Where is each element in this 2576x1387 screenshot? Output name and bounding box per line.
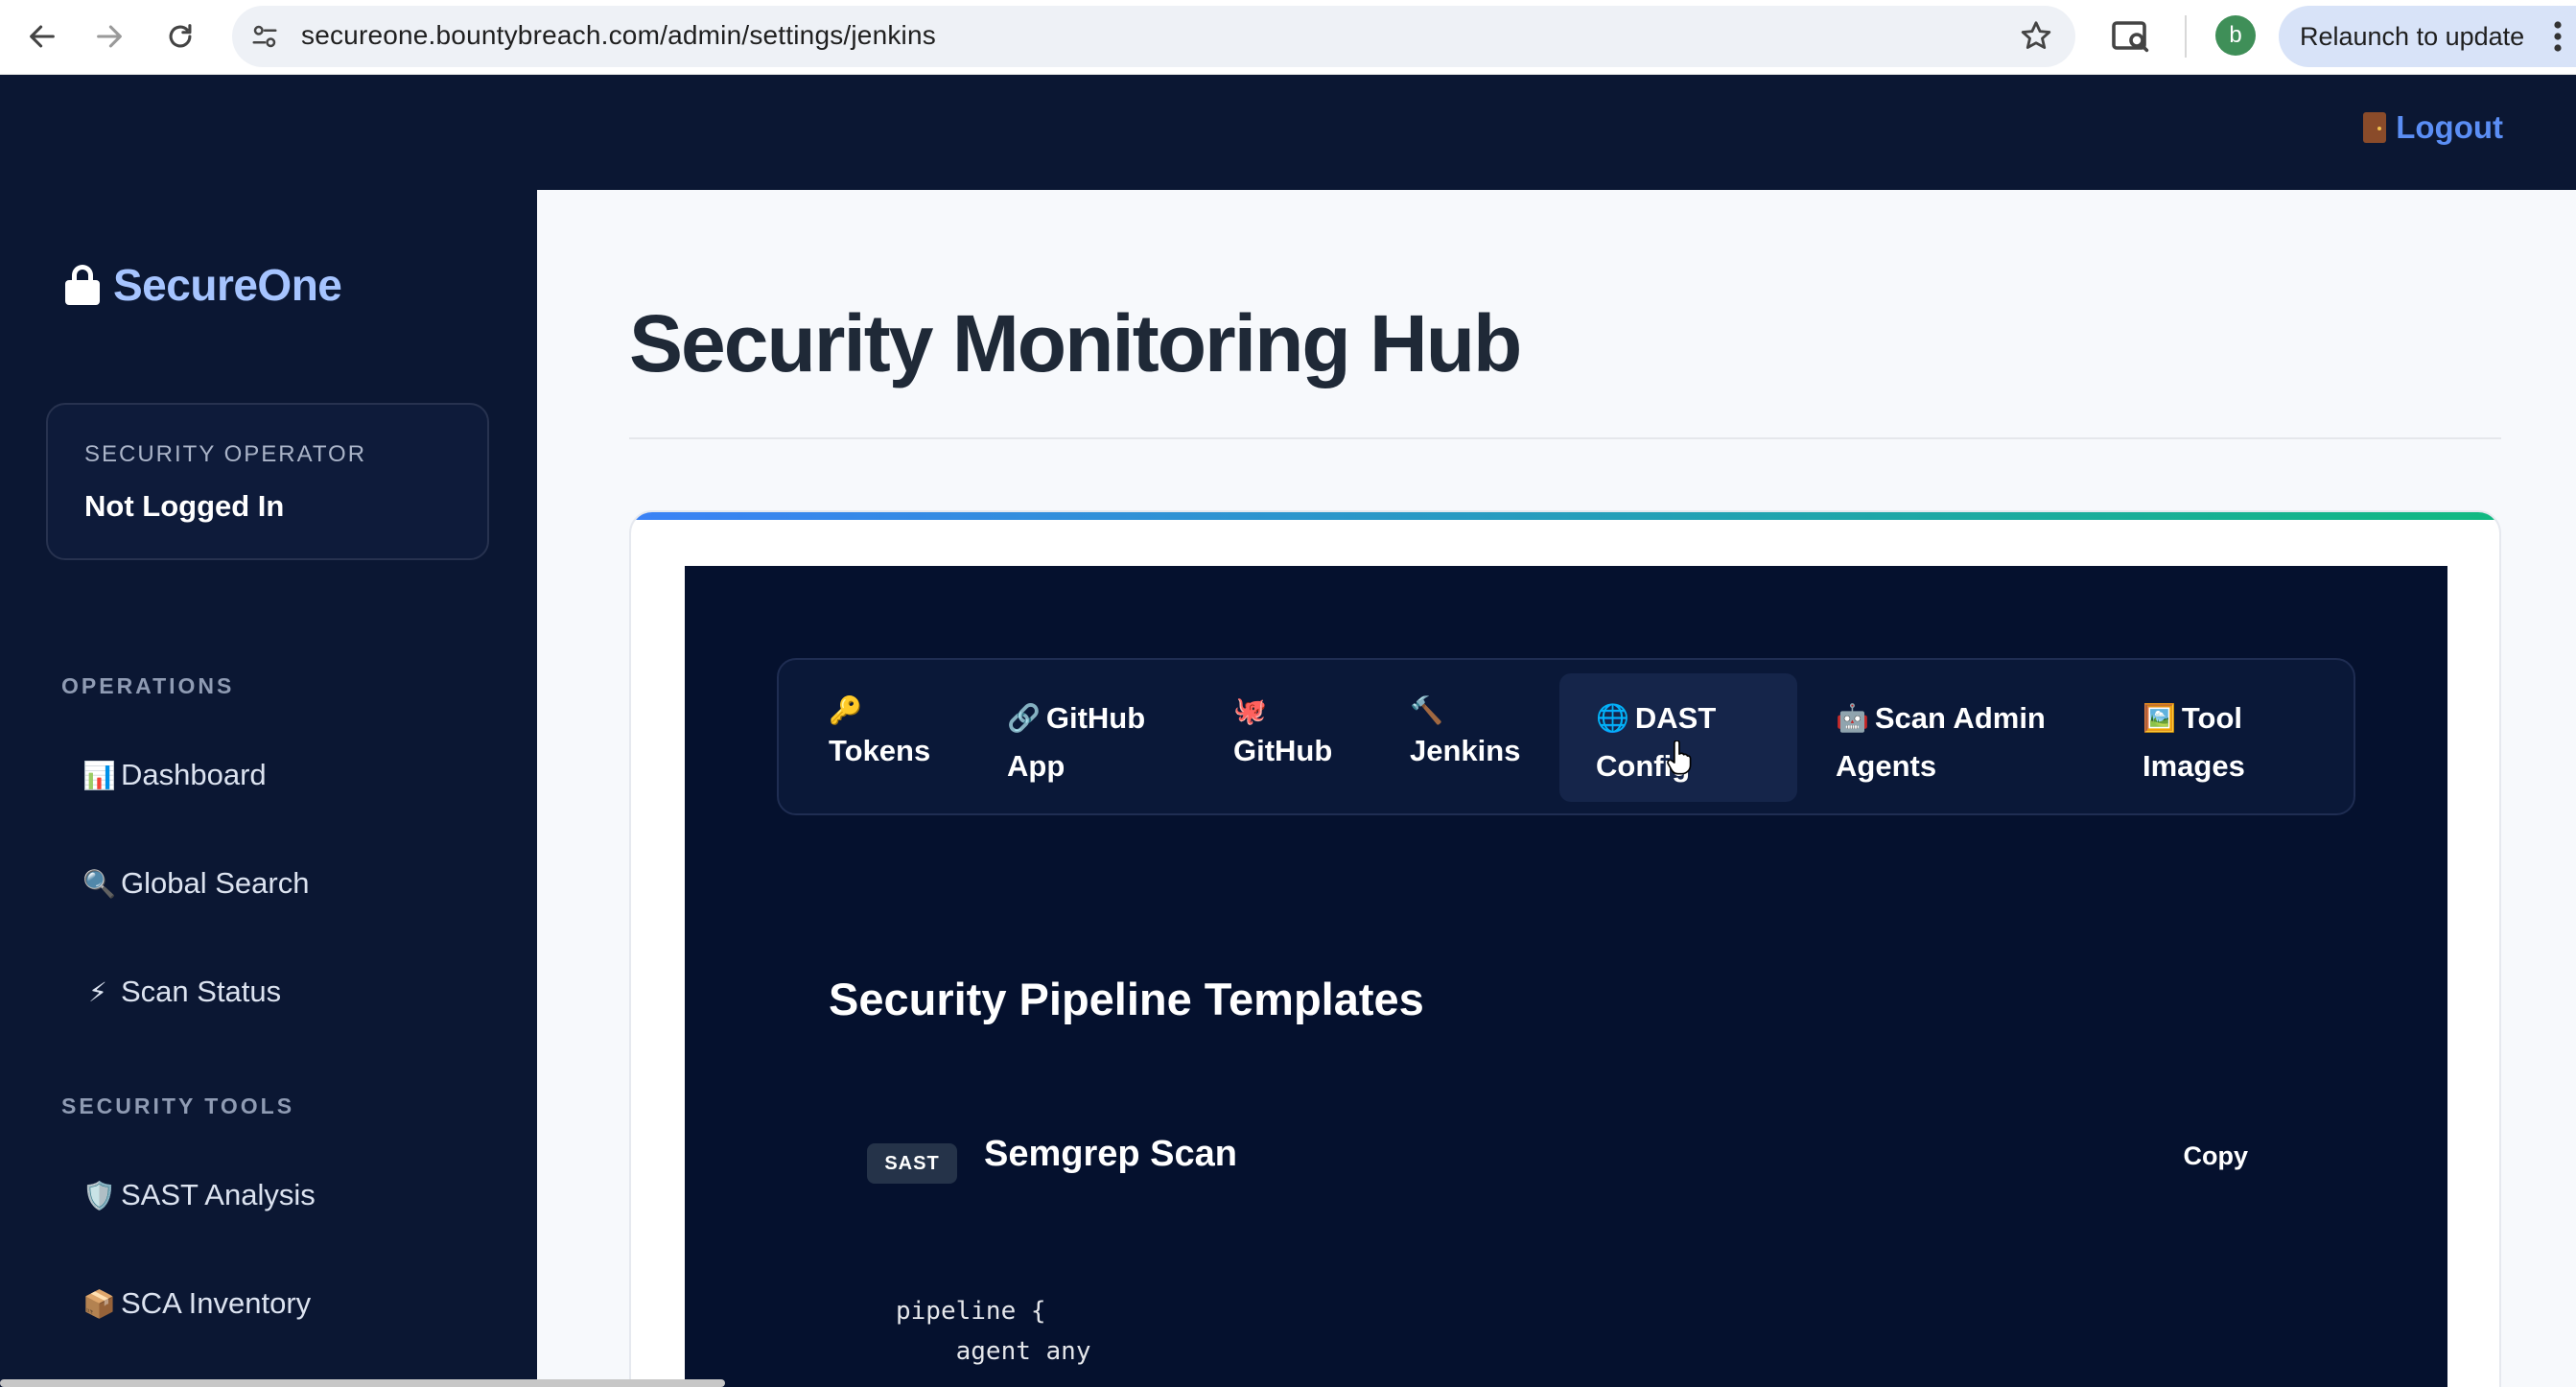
hammer-icon: 🔨 <box>1410 695 1443 725</box>
operator-label: SECURITY OPERATOR <box>84 441 367 467</box>
bookmark-star-icon[interactable] <box>2018 18 2054 55</box>
template-type-badge: SAST <box>867 1143 957 1184</box>
more-vert-icon[interactable] <box>2553 19 2563 54</box>
app-header: Logout <box>0 75 2576 190</box>
sidebar-item-label: Dashboard <box>121 758 267 791</box>
address-bar[interactable]: secureone.bountybreach.com/admin/setting… <box>232 6 2075 67</box>
tab-scan-admin-agents[interactable]: 🤖 Scan Admin Agents <box>1836 673 2056 802</box>
picture-icon: 🖼️ <box>2143 703 2176 733</box>
tab-github-app[interactable]: 🔗 GitHub App <box>1007 673 1170 802</box>
door-icon <box>2363 112 2387 143</box>
browser-toolbar: secureone.bountybreach.com/admin/setting… <box>0 0 2576 75</box>
sidebar-item-sast-analysis[interactable]: 🛡️ SAST Analysis <box>82 1178 316 1212</box>
tab-tool-images[interactable]: 🖼️ Tool Images <box>2143 673 2267 802</box>
tab-tokens[interactable]: 🔑 Tokens <box>829 673 953 802</box>
chart-icon: 📊 <box>82 760 116 790</box>
settings-panel: 🔑 Tokens 🔗 GitHub App 🐙 GitHub 🔨 Jenkins … <box>685 566 2447 1387</box>
package-icon: 📦 <box>82 1288 116 1319</box>
sidebar-item-label: Global Search <box>121 866 310 900</box>
lightning-icon: ⚡ <box>88 976 107 1007</box>
robot-icon: 🤖 <box>1836 703 1869 733</box>
sidebar-item-scan-status[interactable]: ⚡ Scan Status <box>82 975 281 1009</box>
operator-card: SECURITY OPERATOR Not Logged In <box>46 403 489 560</box>
tab-dast-config[interactable]: 🌐 DAST Config <box>1559 673 1797 802</box>
page-title: Security Monitoring Hub <box>629 298 1522 388</box>
brand-logo[interactable]: SecureOne <box>65 259 342 311</box>
tab-github[interactable]: 🐙 GitHub <box>1233 673 1387 802</box>
arrow-left-icon <box>30 25 55 48</box>
url-text: secureone.bountybreach.com/admin/setting… <box>301 20 936 50</box>
tab-search-icon[interactable] <box>2108 13 2154 59</box>
forward-button[interactable] <box>82 10 136 63</box>
title-divider <box>629 437 2501 439</box>
octopus-icon: 🐙 <box>1233 695 1267 725</box>
section-label-operations: OPERATIONS <box>61 673 235 698</box>
copy-button[interactable]: Copy <box>2184 1141 2249 1171</box>
main-content: Security Monitoring Hub 🔑 Tokens 🔗 GitHub… <box>537 190 2576 1387</box>
arrow-right-icon <box>97 25 122 48</box>
reload-button[interactable] <box>153 10 207 63</box>
back-button[interactable] <box>15 10 69 63</box>
sidebar-item-global-search[interactable]: 🔍 Global Search <box>82 866 309 901</box>
settings-card: 🔑 Tokens 🔗 GitHub App 🐙 GitHub 🔨 Jenkins … <box>629 510 2501 1387</box>
logout-label: Logout <box>2396 109 2503 145</box>
sidebar-item-dashboard[interactable]: 📊 Dashboard <box>82 758 267 792</box>
sidebar-item-label: Scan Status <box>121 975 282 1008</box>
shield-icon: 🛡️ <box>82 1180 116 1211</box>
sidebar-item-label: SAST Analysis <box>121 1178 316 1211</box>
reload-icon <box>169 24 192 48</box>
settings-tabs: 🔑 Tokens 🔗 GitHub App 🐙 GitHub 🔨 Jenkins … <box>777 658 2355 815</box>
card-accent-bar <box>631 512 2499 520</box>
key-icon: 🔑 <box>829 695 862 725</box>
sidebar-item-sca-inventory[interactable]: 📦 SCA Inventory <box>82 1286 311 1321</box>
lock-icon <box>65 265 100 305</box>
brand-name: SecureOne <box>113 260 342 310</box>
relaunch-button[interactable]: Relaunch to update <box>2279 6 2576 67</box>
sidebar: SecureOne SECURITY OPERATOR Not Logged I… <box>0 190 537 1387</box>
sidebar-item-label: SCA Inventory <box>121 1286 312 1320</box>
toolbar-divider <box>2185 15 2187 58</box>
template-header: SAST Semgrep Scan Copy <box>867 1134 2248 1191</box>
site-settings-icon[interactable] <box>246 17 284 56</box>
section-title: Security Pipeline Templates <box>829 974 1424 1024</box>
operator-status: Not Logged In <box>84 489 285 523</box>
template-code[interactable]: pipeline { agent any <box>896 1291 1091 1372</box>
horizontal-scrollbar[interactable] <box>0 1379 725 1387</box>
profile-avatar[interactable]: b <box>2215 15 2256 56</box>
hand-cursor-icon <box>1667 741 1692 775</box>
section-label-security-tools: SECURITY TOOLS <box>61 1093 295 1118</box>
template-name: Semgrep Scan <box>984 1134 1237 1174</box>
relaunch-label: Relaunch to update <box>2300 22 2525 51</box>
globe-icon: 🌐 <box>1596 703 1629 733</box>
magnifier-icon: 🔍 <box>82 868 116 899</box>
logout-link[interactable]: Logout <box>2363 109 2503 146</box>
tab-jenkins[interactable]: 🔨 Jenkins <box>1410 673 1534 802</box>
link-icon: 🔗 <box>1007 703 1041 733</box>
